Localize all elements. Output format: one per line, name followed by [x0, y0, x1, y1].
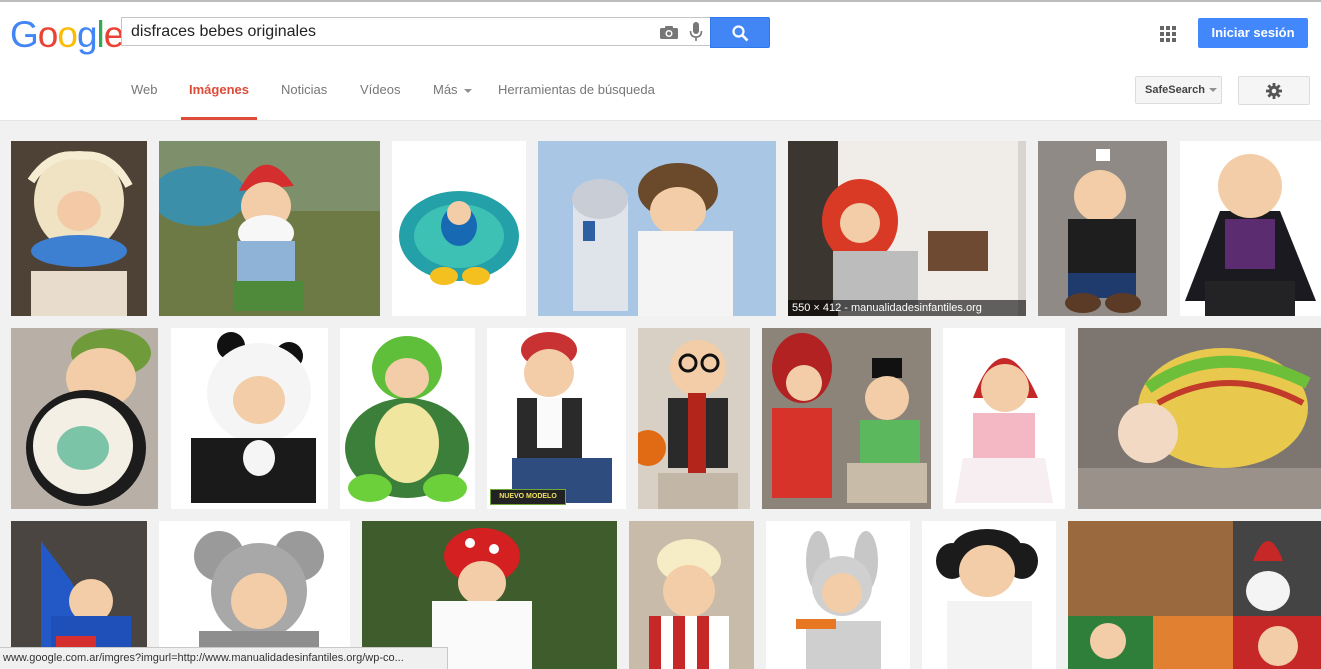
baby-popeye-costume-image [1038, 141, 1167, 316]
image-result[interactable] [159, 141, 380, 316]
settings-button[interactable] [1238, 76, 1310, 105]
tab-news[interactable]: Noticias [281, 82, 327, 97]
baby-harry-potter-costume-image [638, 328, 750, 509]
baby-lobster-costume-image [788, 141, 1026, 316]
image-results-grid: 550 × 412 - manualidadesinfantiles.org N… [0, 121, 1321, 669]
baby-leia-r2d2-image [538, 141, 776, 316]
image-result[interactable] [1068, 521, 1321, 669]
baby-vampire-costume-image [1180, 141, 1321, 316]
babies-collage-image [1068, 521, 1321, 669]
camera-icon[interactable] [660, 26, 678, 39]
baby-turtle-costume-image [340, 328, 475, 509]
chevron-down-icon [463, 88, 472, 93]
image-result[interactable] [922, 521, 1056, 669]
baby-popcorn-costume-image [629, 521, 754, 669]
baby-bunny-costume-image [766, 521, 910, 669]
header: Google Iniciar sesión [0, 2, 1321, 62]
babies-red-riding-hood-heisenberg-image [762, 328, 931, 509]
search-icon [732, 25, 749, 42]
signin-button[interactable]: Iniciar sesión [1198, 18, 1308, 48]
image-result[interactable] [1078, 328, 1321, 509]
baby-spaghetti-costume-image [11, 141, 147, 316]
tab-search-tools[interactable]: Herramientas de búsqueda [498, 82, 655, 97]
image-result[interactable] [11, 328, 158, 509]
browser-status-bar: www.google.com.ar/imgres?imgurl=http://w… [0, 647, 448, 669]
new-model-badge: NUEVO MODELO [490, 489, 566, 505]
gear-icon [1266, 83, 1282, 99]
image-result[interactable] [943, 328, 1065, 509]
tab-videos[interactable]: Vídeos [360, 82, 400, 97]
tab-more[interactable]: Más [433, 82, 472, 97]
image-result[interactable] [538, 141, 776, 316]
baby-peacock-costume-image [392, 141, 526, 316]
image-result[interactable] [629, 521, 754, 669]
tab-images[interactable]: Imágenes [189, 82, 249, 97]
baby-taco-costume-image [1078, 328, 1321, 509]
search-box [121, 17, 710, 46]
image-result[interactable] [392, 141, 526, 316]
baby-leia-costume-image [922, 521, 1056, 669]
image-meta-bar: 550 × 412 - manualidadesinfantiles.org [788, 300, 1026, 316]
image-result[interactable] [1038, 141, 1167, 316]
image-result[interactable]: 550 × 412 - manualidadesinfantiles.org [788, 141, 1026, 316]
baby-panda-costume-image [171, 328, 328, 509]
active-tab-indicator [181, 117, 257, 120]
image-result[interactable] [762, 328, 931, 509]
image-result[interactable] [1180, 141, 1321, 316]
search-input[interactable] [131, 23, 651, 41]
tab-more-label: Más [433, 82, 458, 97]
search-button[interactable] [710, 17, 770, 48]
image-result[interactable] [766, 521, 910, 669]
nav-bar: Web Imágenes Noticias Vídeos Más Herrami… [0, 62, 1321, 121]
microphone-icon[interactable] [689, 22, 703, 42]
tab-web[interactable]: Web [131, 82, 158, 97]
baby-gnome-costume-image [159, 141, 380, 316]
image-result[interactable] [638, 328, 750, 509]
image-result[interactable] [340, 328, 475, 509]
safesearch-dropdown[interactable]: SafeSearch [1135, 76, 1222, 104]
baby-little-red-riding-hood-image [943, 328, 1065, 509]
safesearch-label: SafeSearch [1145, 84, 1205, 96]
apps-grid-icon[interactable] [1160, 26, 1176, 42]
image-result[interactable] [171, 328, 328, 509]
google-logo[interactable]: Google [10, 14, 124, 56]
baby-biker-costume-image [487, 328, 626, 509]
baby-sushi-costume-image [11, 328, 158, 509]
image-result[interactable]: NUEVO MODELO [487, 328, 626, 509]
image-result[interactable] [11, 141, 147, 316]
chevron-down-icon [1208, 88, 1217, 93]
